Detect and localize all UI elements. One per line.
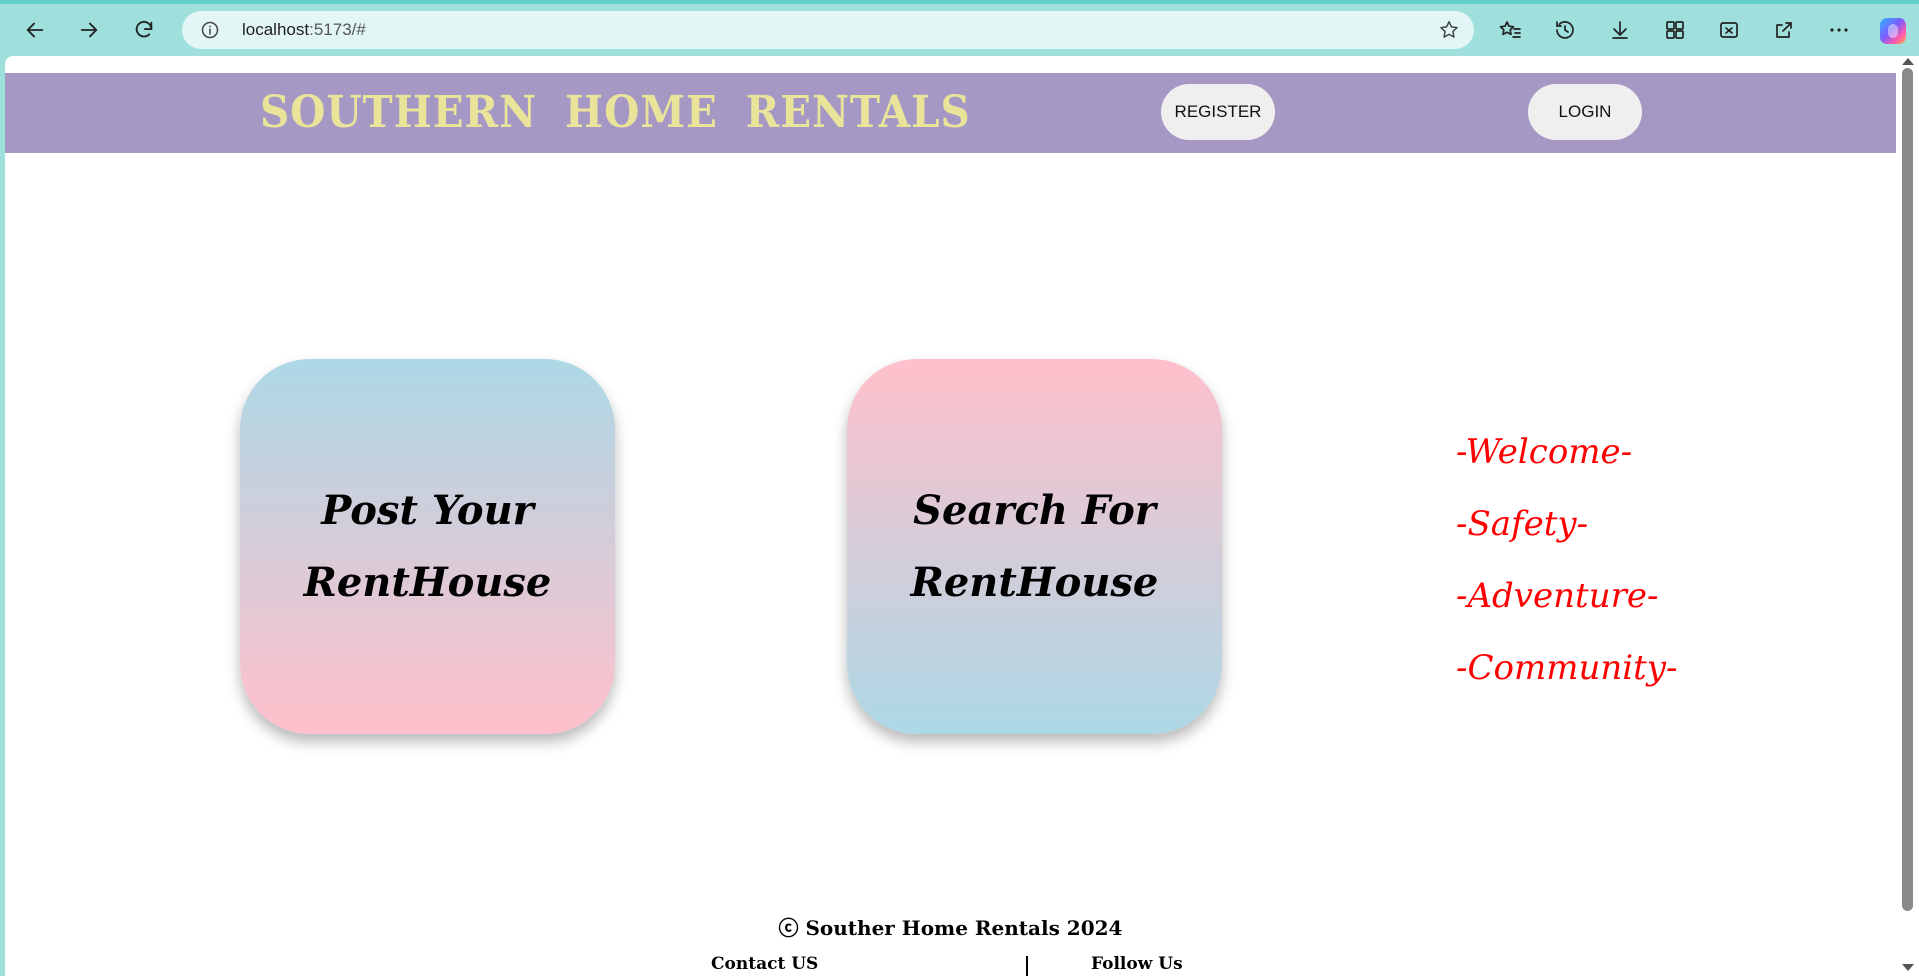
share-icon bbox=[1776, 22, 1792, 38]
register-button[interactable]: REGISTER bbox=[1161, 84, 1275, 140]
site-header: SOUTHERN HOME RENTALS REGISTER LOGIN bbox=[5, 73, 1896, 153]
post-card-line2: RentHouse bbox=[303, 558, 552, 606]
page-viewport: SOUTHERN HOME RENTALS REGISTER LOGIN Pos… bbox=[5, 56, 1919, 976]
tagline-welcome: -Welcome- bbox=[1456, 432, 1633, 472]
url-host: localhost bbox=[242, 20, 310, 39]
scrollbar-thumb[interactable] bbox=[1902, 68, 1913, 911]
post-card-line1: Post Your bbox=[321, 486, 534, 534]
brand-title[interactable]: SOUTHERN HOME RENTALS bbox=[260, 73, 971, 153]
screenshot-icon bbox=[1720, 22, 1738, 38]
search-card-line2: RentHouse bbox=[910, 558, 1159, 606]
history-button[interactable] bbox=[1552, 17, 1578, 43]
arrow-right-icon bbox=[80, 22, 98, 38]
search-card-label: Search For RentHouse bbox=[885, 475, 1185, 619]
screenshot-button[interactable] bbox=[1716, 17, 1742, 43]
back-button[interactable] bbox=[18, 13, 52, 47]
login-button[interactable]: LOGIN bbox=[1528, 84, 1642, 140]
search-renthouse-card[interactable]: Search For RentHouse bbox=[847, 359, 1222, 734]
tagline-list: -Welcome- -Safety- -Adventure- -Communit… bbox=[1456, 416, 1677, 704]
follow-us-heading[interactable]: Follow Us bbox=[1091, 954, 1183, 974]
footer-divider bbox=[1026, 956, 1028, 976]
favorites-list-icon bbox=[1499, 21, 1521, 38]
favorite-star-icon[interactable] bbox=[1438, 19, 1460, 41]
tagline-community: -Community- bbox=[1456, 648, 1678, 688]
address-bar[interactable]: localhost:5173/# bbox=[182, 11, 1474, 49]
more-dots-icon bbox=[1830, 28, 1848, 32]
site-footer: ⓒ Souther Home Rentals 2024 Contact US F… bbox=[5, 914, 1896, 976]
extensions-button[interactable] bbox=[1662, 17, 1688, 43]
history-icon bbox=[1556, 21, 1574, 39]
download-icon bbox=[1612, 21, 1628, 39]
downloads-button[interactable] bbox=[1607, 17, 1633, 43]
tagline-adventure: -Adventure- bbox=[1456, 576, 1659, 616]
copyright-text: ⓒ Souther Home Rentals 2024 bbox=[778, 916, 1123, 940]
reload-button[interactable] bbox=[127, 13, 161, 47]
url-text[interactable]: localhost:5173/# bbox=[242, 11, 366, 49]
share-button[interactable] bbox=[1771, 17, 1797, 43]
search-card-line1: Search For bbox=[913, 486, 1156, 534]
post-renthouse-card[interactable]: Post Your RentHouse bbox=[240, 359, 615, 734]
url-path: :5173/# bbox=[309, 20, 366, 39]
vertical-scrollbar[interactable] bbox=[1896, 56, 1919, 976]
info-icon[interactable] bbox=[200, 20, 220, 40]
tagline-safety: -Safety- bbox=[1456, 504, 1589, 544]
browser-toolbar: localhost:5173/# bbox=[0, 4, 1919, 56]
footer-links: Contact US Follow Us bbox=[5, 954, 1896, 976]
extensions-icon bbox=[1666, 21, 1684, 39]
scroll-down-arrow-icon[interactable] bbox=[1902, 964, 1914, 971]
copilot-icon[interactable] bbox=[1880, 18, 1906, 44]
contact-us-heading[interactable]: Contact US bbox=[711, 954, 818, 974]
favorites-button[interactable] bbox=[1497, 17, 1523, 43]
forward-button[interactable] bbox=[72, 13, 106, 47]
post-card-label: Post Your RentHouse bbox=[278, 475, 578, 619]
more-menu-button[interactable] bbox=[1826, 17, 1852, 43]
arrow-left-icon bbox=[26, 22, 44, 38]
scroll-up-arrow-icon[interactable] bbox=[1902, 58, 1914, 65]
reload-icon bbox=[135, 20, 153, 38]
